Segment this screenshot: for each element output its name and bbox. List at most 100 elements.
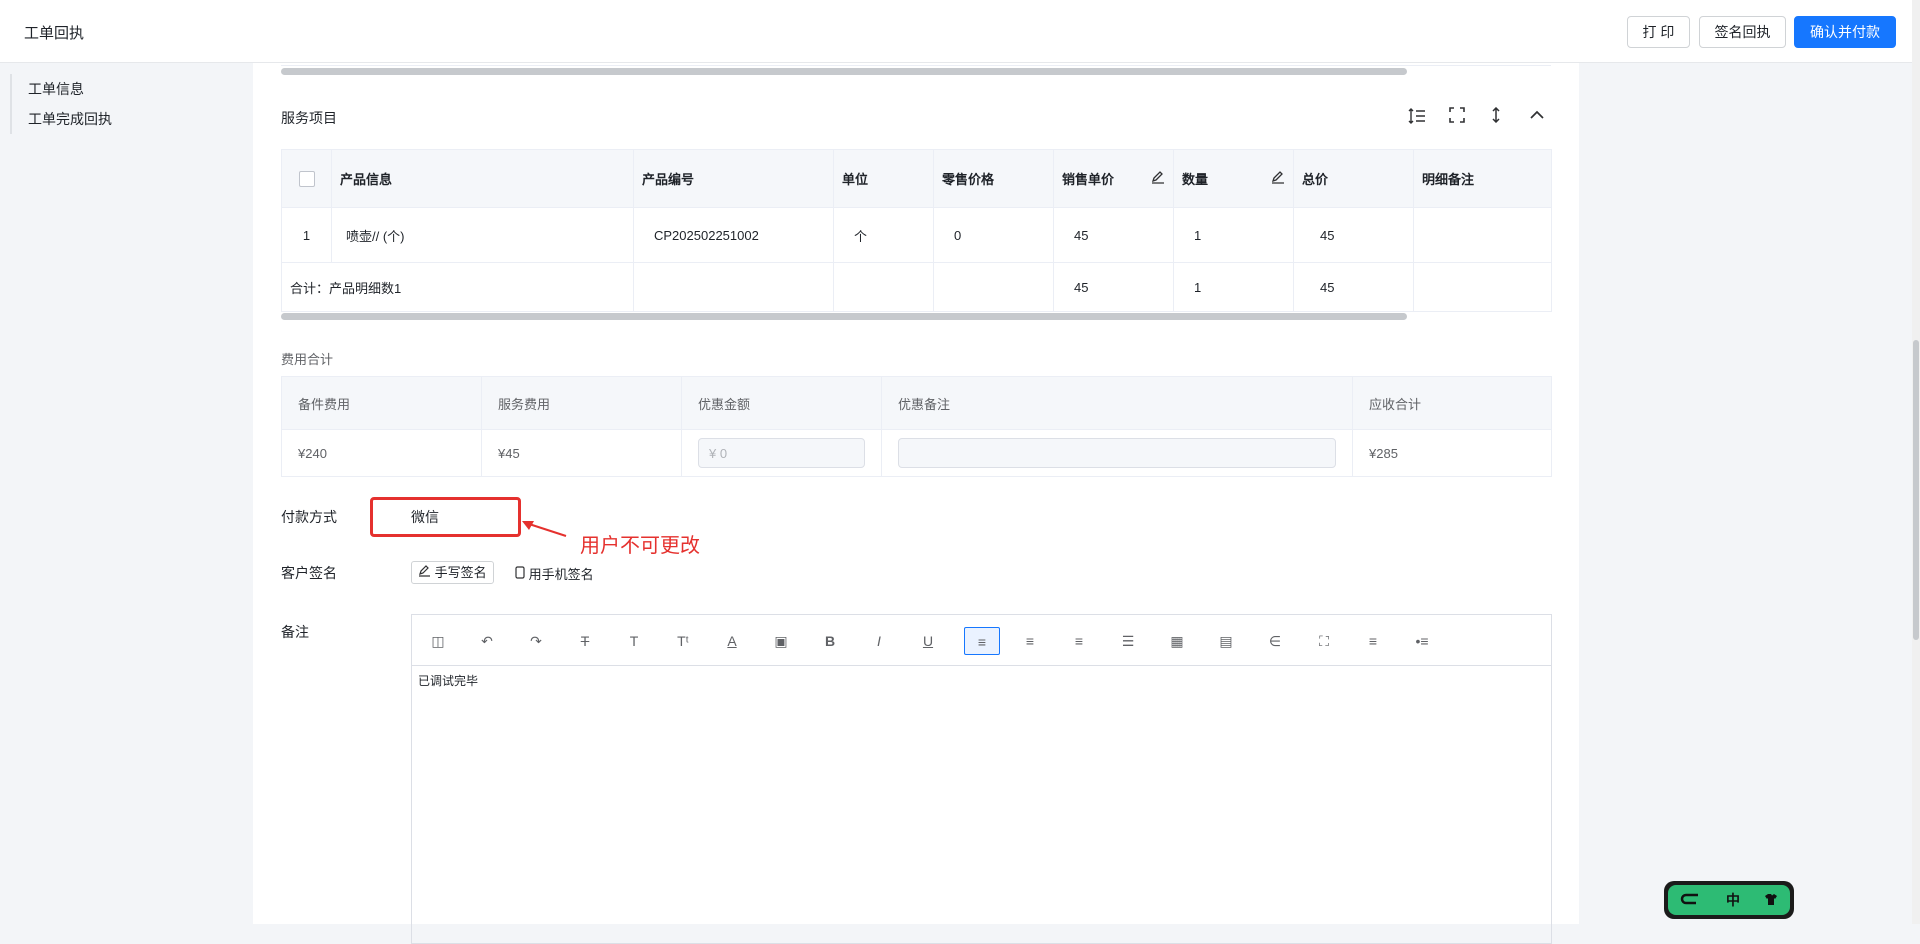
empty-cell (833, 262, 934, 312)
unit-cell: 个 (833, 207, 934, 263)
ime-mode-label[interactable]: 中 (1726, 890, 1740, 910)
column-header: 产品编号 (633, 149, 834, 208)
column-header: 单位 (833, 149, 934, 208)
payment-method-value: 微信 (411, 509, 439, 525)
fee-header: 优惠备注 (881, 376, 1353, 430)
fullscreen-icon[interactable]: ⛶ (1306, 627, 1342, 655)
editor-content[interactable]: 已调试完毕 (412, 666, 1551, 695)
horizontal-scrollbar[interactable] (281, 68, 1407, 75)
column-header-label: 数量 (1182, 172, 1209, 187)
column-header: 零售价格 (933, 149, 1054, 208)
template-icon[interactable]: ◫ (420, 627, 456, 655)
column-header-sale-price: 销售单价 (1053, 149, 1174, 208)
background-color-icon[interactable]: ▣ (763, 627, 799, 655)
table-icon[interactable]: ▦ (1159, 627, 1195, 655)
redo-icon[interactable]: ↷ (518, 627, 554, 655)
sale-price-cell[interactable]: 45 (1053, 207, 1174, 263)
fees-value-row: ¥240 ¥45 ¥ 0 ¥285 (281, 429, 1552, 477)
phone-sign-button[interactable]: 用手机签名 (515, 564, 594, 583)
sidebar-nav: 工单信息 工单完成回执 (10, 74, 242, 134)
table-total-row: 合计：产品明细数1 45 1 45 (281, 262, 1552, 312)
print-button[interactable]: 打 印 (1627, 16, 1690, 48)
column-header: 产品信息 (331, 149, 634, 208)
product-code-cell: CP202502251002 (633, 207, 834, 263)
column-header: 总价 (1293, 149, 1414, 208)
total-amount-cell: 45 (1293, 262, 1414, 312)
product-info-cell: 喷壶// (个) (331, 207, 634, 263)
select-all-cell (281, 149, 332, 208)
align-justify-icon[interactable]: ☰ (1110, 627, 1146, 655)
sidebar-item-completion-receipt[interactable]: 工单完成回执 (12, 104, 242, 134)
fees-table: 备件费用 服务费用 优惠金额 优惠备注 应收合计 ¥240 ¥45 ¥ 0 ¥2… (281, 376, 1552, 477)
bold-icon[interactable]: B (812, 627, 848, 655)
strikethrough-icon[interactable]: T (567, 627, 603, 655)
total-quantity-cell: 1 (1173, 262, 1294, 312)
font-size-icon[interactable]: T (616, 627, 652, 655)
page-vertical-scrollbar[interactable] (1913, 340, 1919, 640)
fee-header: 应收合计 (1352, 376, 1552, 430)
align-center-icon[interactable]: ≡ (1012, 627, 1048, 655)
row-height-icon[interactable] (1406, 107, 1428, 129)
table-header-row: 产品信息 产品编号 单位 零售价格 销售单价 数量 总价 明细备注 (281, 149, 1552, 208)
collapse-icon[interactable] (1526, 107, 1548, 129)
phone-icon (515, 566, 525, 582)
column-header-quantity: 数量 (1173, 149, 1294, 208)
align-left-icon[interactable]: ≡ (964, 627, 1000, 655)
bullet-list-icon[interactable]: •≡ (1404, 627, 1440, 655)
row-index: 1 (281, 207, 332, 263)
font-family-icon[interactable]: Tᵗ (665, 627, 701, 655)
note-cell[interactable] (1413, 207, 1552, 263)
remark-label: 备注 (281, 624, 309, 640)
service-items-table: 产品信息 产品编号 单位 零售价格 销售单价 数量 总价 明细备注 1 喷壶//… (281, 149, 1552, 312)
page-title: 工单回执 (24, 25, 85, 42)
payment-method-label: 付款方式 (281, 509, 337, 525)
handwrite-sign-label: 手写签名 (434, 565, 487, 580)
sign-receipt-button[interactable]: 签名回执 (1699, 16, 1786, 48)
font-color-icon[interactable]: A (714, 627, 750, 655)
fee-header: 备件费用 (281, 376, 482, 430)
column-header: 明细备注 (1413, 149, 1552, 208)
undo-icon[interactable]: ↶ (469, 627, 505, 655)
top-bar: 工单回执 打 印 签名回执 确认并付款 (0, 0, 1920, 63)
discount-note-input[interactable] (898, 438, 1336, 468)
parts-fee-value: ¥240 (281, 429, 482, 477)
ordered-list-icon[interactable]: ≡ (1355, 627, 1391, 655)
column-height-icon[interactable] (1485, 106, 1507, 129)
image-icon[interactable]: ▤ (1208, 627, 1244, 655)
table-horizontal-scrollbar[interactable] (281, 313, 1407, 320)
payment-highlight-box (370, 497, 521, 537)
phone-sign-label: 用手机签名 (528, 567, 594, 582)
quantity-cell[interactable]: 1 (1173, 207, 1294, 263)
select-all-checkbox[interactable] (298, 170, 315, 187)
align-right-icon[interactable]: ≡ (1061, 627, 1097, 655)
fullscreen-icon[interactable] (1446, 107, 1468, 129)
empty-cell (633, 262, 834, 312)
confirm-pay-button[interactable]: 确认并付款 (1794, 16, 1896, 48)
empty-cell (1413, 262, 1552, 312)
discount-note-cell (881, 429, 1353, 477)
table-row: 1 喷壶// (个) CP202502251002 个 0 45 1 45 (281, 207, 1552, 263)
receivable-total-value: ¥285 (1352, 429, 1552, 477)
service-items-title: 服务项目 (281, 110, 337, 126)
total-label-cell: 合计：产品明细数1 (281, 262, 634, 312)
fee-header: 优惠金额 (681, 376, 882, 430)
ime-skin-icon[interactable] (1764, 892, 1778, 908)
annotation-arrow-icon (522, 521, 567, 537)
pen-icon (418, 565, 431, 580)
total-sale-price-cell: 45 (1053, 262, 1174, 312)
remark-editor: ◫ ↶ ↷ T T Tᵗ A ▣ B I U ≡ ≡ ≡ ☰ ▦ ▤ ∈ ⛶ ≡… (411, 614, 1552, 944)
italic-icon[interactable]: I (861, 627, 897, 655)
fees-header-row: 备件费用 服务费用 优惠金额 优惠备注 应收合计 (281, 376, 1552, 430)
annotation-text: 用户不可更改 (580, 535, 700, 557)
edit-pen-icon[interactable] (1151, 170, 1165, 187)
ime-widget[interactable]: 中 (1664, 881, 1794, 919)
sidebar-item-work-order-info[interactable]: 工单信息 (12, 74, 242, 104)
total-cell: 45 (1293, 207, 1414, 263)
handwrite-sign-button[interactable]: 手写签名 (411, 561, 494, 584)
retail-price-cell: 0 (933, 207, 1054, 263)
attachment-icon[interactable]: ∈ (1257, 627, 1293, 655)
edit-pen-icon[interactable] (1271, 170, 1285, 187)
customer-signature-label: 客户签名 (281, 565, 337, 581)
discount-amount-input[interactable]: ¥ 0 (698, 438, 865, 468)
underline-icon[interactable]: U (910, 627, 946, 655)
